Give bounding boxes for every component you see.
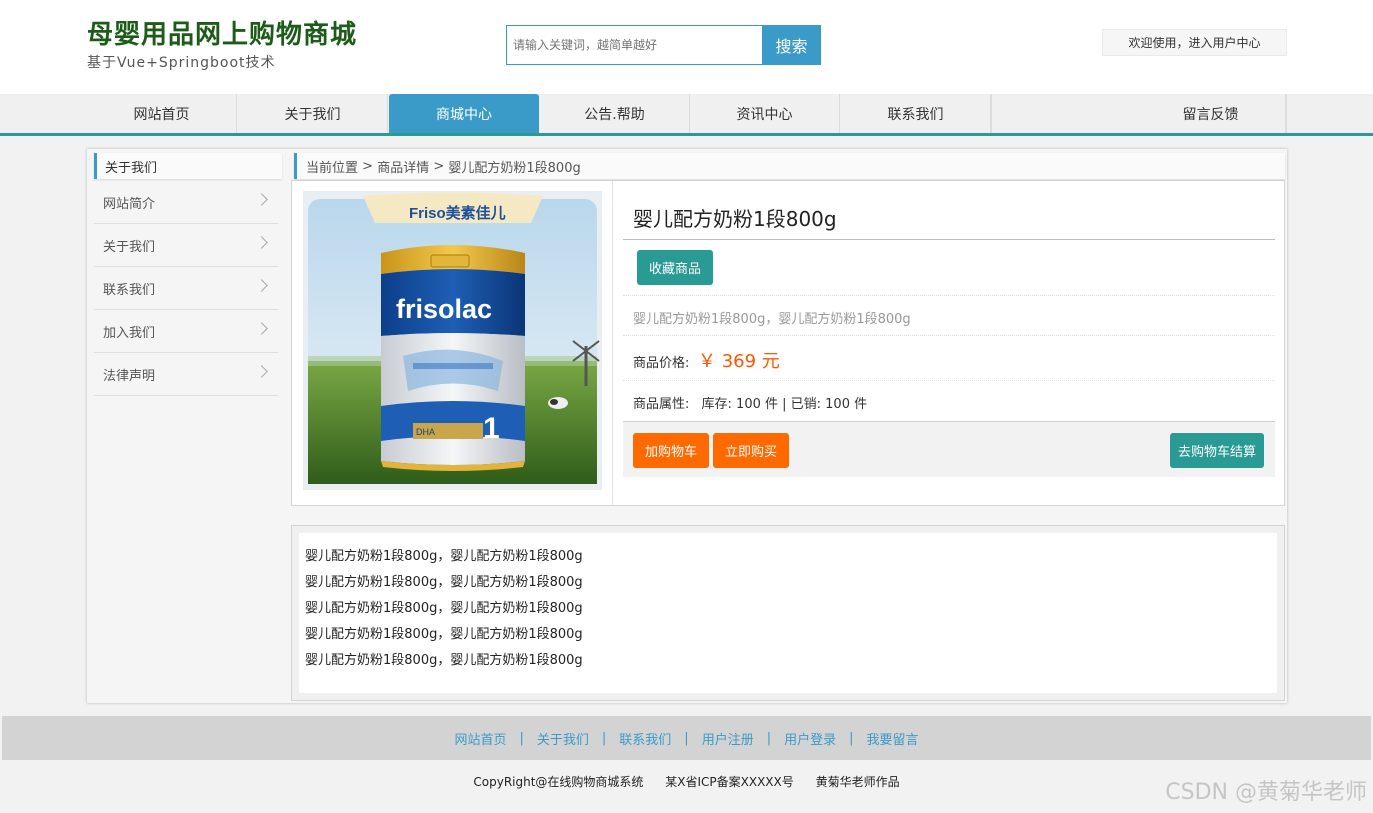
product-image[interactable]: Friso美素佳儿 frisolac DHA 1 xyxy=(303,191,602,490)
breadcrumb-current: 婴儿配方奶粉1段800g xyxy=(448,160,581,176)
sidebar-item-label: 网站简介 xyxy=(103,196,156,212)
dha-label: DHA xyxy=(416,427,435,437)
formula-can-illustration: Friso美素佳儿 frisolac DHA 1 xyxy=(303,191,602,490)
divider xyxy=(623,380,1275,381)
description-line: 婴儿配方奶粉1段800g，婴儿配方奶粉1段800g xyxy=(305,627,583,642)
divider xyxy=(623,295,1275,296)
product-title: 婴儿配方奶粉1段800g xyxy=(633,207,837,231)
product-short-desc: 婴儿配方奶粉1段800g，婴儿配方奶粉1段800g xyxy=(633,312,911,327)
author-text: 黄菊华老师作品 xyxy=(815,775,900,789)
footer-link-contact[interactable]: 联系我们 xyxy=(619,729,671,748)
footer-links: 网站首页 | 关于我们 | 联系我们 | 用户注册 | 用户登录 | 我要留言 xyxy=(2,716,1371,760)
favorite-button[interactable]: 收藏商品 xyxy=(637,250,713,285)
attr-label: 商品属性: xyxy=(633,397,690,412)
footer-link-about[interactable]: 关于我们 xyxy=(537,729,589,748)
chevron-right-icon xyxy=(255,365,268,378)
chevron-right-icon xyxy=(255,236,268,249)
breadcrumb: 当前位置 > 商品详情 > 婴儿配方奶粉1段800g xyxy=(294,153,1285,179)
watermark: CSDN @黄菊华老师 xyxy=(1165,780,1367,805)
footer-separator: | xyxy=(766,730,772,746)
nav-divider xyxy=(1286,94,1287,133)
add-to-cart-button[interactable]: 加购物车 xyxy=(633,433,709,468)
stage-number: 1 xyxy=(483,412,500,445)
sidebar-item-join[interactable]: 加入我们 xyxy=(94,310,278,353)
description-line: 婴儿配方奶粉1段800g，婴儿配方奶粉1段800g xyxy=(305,549,583,564)
description-line: 婴儿配方奶粉1段800g，婴儿配方奶粉1段800g xyxy=(305,653,583,668)
chevron-right-icon xyxy=(255,279,268,292)
chevron-right-icon xyxy=(255,193,268,206)
product-image-column: Friso美素佳儿 frisolac DHA 1 xyxy=(292,181,613,505)
user-center-link[interactable]: 欢迎使用，进入用户中心 xyxy=(1102,29,1287,56)
product-description-box: 婴儿配方奶粉1段800g，婴儿配方奶粉1段800g 婴儿配方奶粉1段800g，婴… xyxy=(291,525,1285,701)
footer-separator: | xyxy=(849,730,854,746)
action-bar: 加购物车 立即购买 去购物车结算 xyxy=(623,421,1275,477)
can-brand-text: frisolac xyxy=(396,294,492,324)
nav-item-news[interactable]: 资讯中心 xyxy=(690,94,840,133)
product-detail: Friso美素佳儿 frisolac DHA 1 婴儿配方奶粉1段800g 收藏… xyxy=(291,180,1285,506)
breadcrumb-level1[interactable]: 商品详情 xyxy=(377,157,429,176)
checkout-button[interactable]: 去购物车结算 xyxy=(1170,433,1264,468)
breadcrumb-separator: > xyxy=(358,158,378,174)
divider xyxy=(623,335,1275,336)
price-label: 商品价格: xyxy=(633,356,690,371)
nav-divider xyxy=(991,94,992,133)
product-description: 婴儿配方奶粉1段800g，婴儿配方奶粉1段800g 婴儿配方奶粉1段800g，婴… xyxy=(299,533,1277,693)
nav-item-mall[interactable]: 商城中心 xyxy=(389,94,539,133)
footer-link-message[interactable]: 我要留言 xyxy=(867,729,919,748)
site-title[interactable]: 母婴用品网上购物商城 xyxy=(87,14,357,51)
product-attributes: 商品属性: 库存: 100 件 | 已销: 100 件 xyxy=(633,393,867,412)
sidebar-item-about[interactable]: 关于我们 xyxy=(94,224,278,267)
sidebar-item-contact[interactable]: 联系我们 xyxy=(94,267,278,310)
chevron-right-icon xyxy=(255,322,268,335)
brand-logo-text: Friso美素佳儿 xyxy=(409,204,506,222)
search-input[interactable] xyxy=(507,26,762,64)
nav-item-notice[interactable]: 公告.帮助 xyxy=(540,94,690,133)
footer-link-register[interactable]: 用户注册 xyxy=(702,729,754,748)
site-subtitle: 基于Vue+Springboot技术 xyxy=(87,55,276,71)
nav-item-feedback[interactable]: 留言反馈 xyxy=(1136,94,1286,133)
sidebar-title: 关于我们 xyxy=(94,153,282,179)
breadcrumb-separator: > xyxy=(429,158,449,174)
footer-separator: | xyxy=(684,730,689,746)
nav-item-contact[interactable]: 联系我们 xyxy=(841,94,991,133)
footer-link-login[interactable]: 用户登录 xyxy=(784,729,836,748)
copyright-text: CopyRight@在线购物商城系统 xyxy=(473,775,644,789)
attr-value: 库存: 100 件 | 已销: 100 件 xyxy=(701,397,868,412)
breadcrumb-root[interactable]: 当前位置 xyxy=(306,157,358,176)
footer-separator: | xyxy=(519,730,524,746)
sidebar-item-label: 加入我们 xyxy=(103,325,156,341)
sidebar-item-label: 关于我们 xyxy=(103,239,156,255)
footer-link-home[interactable]: 网站首页 xyxy=(454,729,506,748)
description-line: 婴儿配方奶粉1段800g，婴儿配方奶粉1段800g xyxy=(305,601,583,616)
price-value: ￥ 369 元 xyxy=(698,351,780,372)
search-field-wrapper xyxy=(506,25,763,65)
description-line: 婴儿配方奶粉1段800g，婴儿配方奶粉1段800g xyxy=(305,575,583,590)
sidebar-item-legal[interactable]: 法律声明 xyxy=(94,353,278,396)
nav-item-home[interactable]: 网站首页 xyxy=(87,94,237,133)
header: 母婴用品网上购物商城 基于Vue+Springboot技术 搜索 欢迎使用，进入… xyxy=(0,0,1373,94)
title-divider xyxy=(623,239,1275,240)
main-nav: 网站首页 关于我们 商城中心 公告.帮助 资讯中心 联系我们 留言反馈 xyxy=(0,94,1373,136)
sidebar-item-intro[interactable]: 网站简介 xyxy=(94,181,278,224)
footer-separator: | xyxy=(601,730,607,746)
search-button[interactable]: 搜索 xyxy=(762,25,821,65)
sidebar-item-label: 联系我们 xyxy=(103,282,156,298)
icp-text: 某X省ICP备案XXXXX号 xyxy=(665,775,794,789)
sidebar-item-label: 法律声明 xyxy=(103,368,156,384)
buy-now-button[interactable]: 立即购买 xyxy=(713,433,789,468)
nav-item-about[interactable]: 关于我们 xyxy=(238,94,388,133)
